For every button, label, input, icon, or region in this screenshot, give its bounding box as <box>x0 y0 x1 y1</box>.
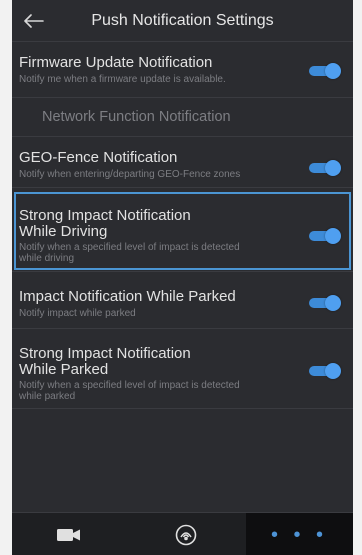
row-description-line1: Notify when a specified level of impact … <box>19 242 240 253</box>
row-label-line2: While Driving <box>19 223 108 240</box>
row-label-line2: While Parked <box>19 361 109 378</box>
strong-impact-parked-row[interactable]: Strong Impact Notification While Parked … <box>12 329 353 409</box>
section-header-network: Network Function Notification <box>12 98 353 137</box>
row-label-line1: Strong Impact Notification <box>19 207 191 224</box>
row-description-line1: Notify when a specified level of impact … <box>19 380 240 391</box>
video-camera-icon <box>57 528 80 541</box>
row-description-line2: while parked <box>19 391 76 402</box>
row-description: Notify me when a firmware update is avai… <box>19 74 226 85</box>
geo-fence-row[interactable]: GEO-Fence Notification Notify when enter… <box>12 138 353 188</box>
impact-parked-row[interactable]: Impact Notification While Parked Notify … <box>12 272 353 329</box>
firmware-update-row[interactable]: Firmware Update Notification Notify me w… <box>12 43 353 98</box>
strong-impact-parked-toggle[interactable] <box>309 363 341 379</box>
tab-more[interactable]: • • • <box>246 513 353 555</box>
firmware-update-toggle[interactable] <box>309 63 341 79</box>
phone-frame: Push Notification Settings Firmware Upda… <box>0 0 362 555</box>
impact-parked-toggle[interactable] <box>309 295 341 311</box>
back-button[interactable] <box>20 8 48 34</box>
header-bar: Push Notification Settings <box>12 0 353 42</box>
row-description: Notify when entering/departing GEO-Fence… <box>19 169 241 180</box>
toggle-knob <box>325 363 341 379</box>
geo-fence-toggle[interactable] <box>309 160 341 176</box>
arrow-left-icon <box>24 14 44 28</box>
strong-impact-driving-row[interactable]: Strong Impact Notification While Driving… <box>12 190 353 272</box>
tab-video[interactable] <box>12 513 126 555</box>
row-description: Notify impact while parked <box>19 308 136 319</box>
strong-impact-driving-toggle[interactable] <box>309 228 341 244</box>
page-title: Push Notification Settings <box>91 12 274 29</box>
row-description-line2: while driving <box>19 253 75 264</box>
row-label-line1: Strong Impact Notification <box>19 345 191 362</box>
frame-left-edge <box>0 0 12 555</box>
cloud-connect-icon <box>175 524 197 545</box>
frame-right-edge <box>353 0 362 555</box>
row-label: Impact Notification While Parked <box>19 288 236 305</box>
bottom-tab-bar: • • • <box>12 512 353 555</box>
tab-connect[interactable] <box>126 513 246 555</box>
toggle-knob <box>325 228 341 244</box>
toggle-knob <box>325 160 341 176</box>
app-screen: Push Notification Settings Firmware Upda… <box>12 0 353 555</box>
section-title: Network Function Notification <box>42 109 231 125</box>
toggle-knob <box>325 63 341 79</box>
row-label: Firmware Update Notification <box>19 54 213 71</box>
toggle-knob <box>325 295 341 311</box>
more-dots-icon: • • • <box>270 523 329 546</box>
row-label: GEO-Fence Notification <box>19 149 178 166</box>
